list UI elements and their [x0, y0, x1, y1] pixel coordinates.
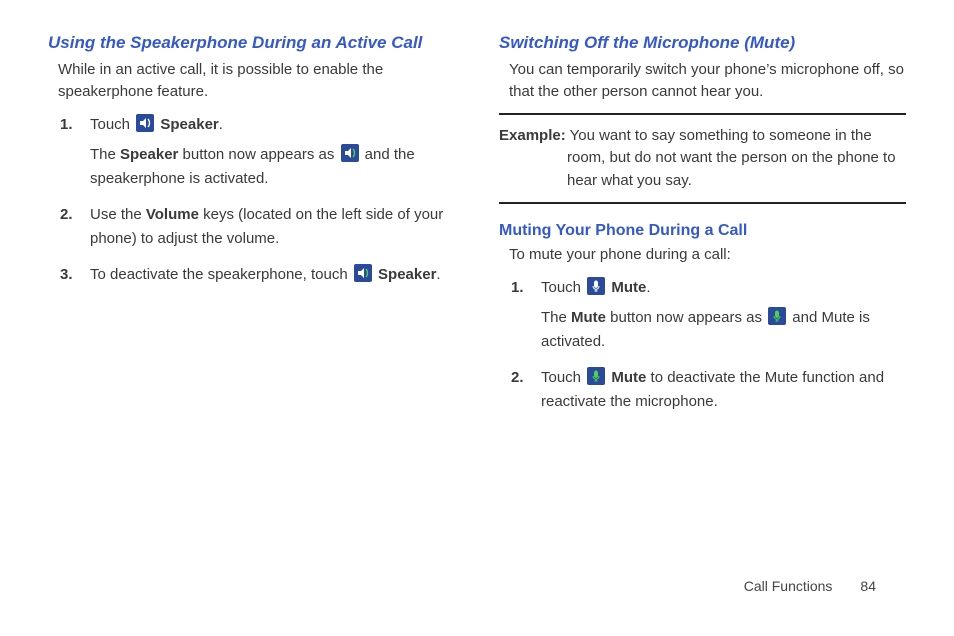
left-column: Using the Speakerphone During an Active …: [48, 32, 455, 426]
speaker-off-icon: [136, 114, 154, 132]
heading-speakerphone: Using the Speakerphone During an Active …: [48, 32, 455, 53]
example-rest: room, but do not want the person on the …: [567, 147, 906, 192]
subheading-muting: Muting Your Phone During a Call: [499, 222, 906, 240]
step-3-post: .: [436, 266, 440, 283]
step-3-pre: To deactivate the speakerphone, touch: [90, 266, 352, 283]
step-2-pre: Use the: [90, 206, 146, 223]
mute-off-icon: [587, 277, 605, 295]
sublead-muting: To mute your phone during a call:: [509, 244, 906, 266]
mute-step-1-sub-pre: The: [541, 309, 571, 326]
steps-speakerphone: Touch Speaker. The Speaker button now ap…: [60, 113, 455, 287]
step-3-label: Speaker: [378, 266, 436, 283]
step-1-post: .: [219, 116, 223, 133]
footer-section: Call Functions: [744, 578, 833, 594]
example-first-line: You want to say something to someone in …: [566, 127, 872, 144]
example-label: Example:: [499, 127, 566, 144]
mute-step-1: Touch Mute. The Mute button now appears …: [511, 276, 906, 354]
mute-step-1-sub-bold: Mute: [571, 309, 606, 326]
mute-step-1-label: Mute: [611, 279, 646, 296]
mute-on-icon: [768, 307, 786, 325]
mute-step-2-label: Mute: [611, 369, 646, 386]
step-1-sub: The Speaker button now appears as and th…: [90, 143, 455, 191]
step-1-sub-pre: The: [90, 146, 120, 163]
step-1: Touch Speaker. The Speaker button now ap…: [60, 113, 455, 191]
mute-step-2-pre: Touch: [541, 369, 585, 386]
step-1-sub-bold: Speaker: [120, 146, 178, 163]
lead-speakerphone: While in an active call, it is possible …: [58, 59, 455, 103]
lead-mute: You can temporarily switch your phone’s …: [509, 59, 906, 103]
mute-step-1-sub-mid: button now appears as: [606, 309, 766, 326]
speaker-on-icon: [341, 144, 359, 162]
heading-mute: Switching Off the Microphone (Mute): [499, 32, 906, 53]
step-2-bold: Volume: [146, 206, 199, 223]
page-footer: Call Functions 84: [744, 578, 876, 594]
mute-on-icon: [587, 367, 605, 385]
two-column-layout: Using the Speakerphone During an Active …: [48, 32, 906, 426]
mute-step-1-pre: Touch: [541, 279, 585, 296]
speaker-on-icon: [354, 264, 372, 282]
mute-step-2: Touch Mute to deactivate the Mute functi…: [511, 366, 906, 414]
page: Using the Speakerphone During an Active …: [0, 0, 954, 636]
step-1-sub-mid: button now appears as: [178, 146, 338, 163]
step-2: Use the Volume keys (located on the left…: [60, 203, 455, 251]
example-box: Example: You want to say something to so…: [499, 113, 906, 205]
mute-step-1-post: .: [646, 279, 650, 296]
step-1-pre: Touch: [90, 116, 134, 133]
right-column: Switching Off the Microphone (Mute) You …: [499, 32, 906, 426]
step-3: To deactivate the speakerphone, touch Sp…: [60, 263, 455, 287]
step-1-label: Speaker: [160, 116, 218, 133]
mute-step-1-sub: The Mute button now appears as and Mute …: [541, 306, 906, 354]
footer-page-number: 84: [860, 578, 876, 594]
steps-mute: Touch Mute. The Mute button now appears …: [511, 276, 906, 414]
